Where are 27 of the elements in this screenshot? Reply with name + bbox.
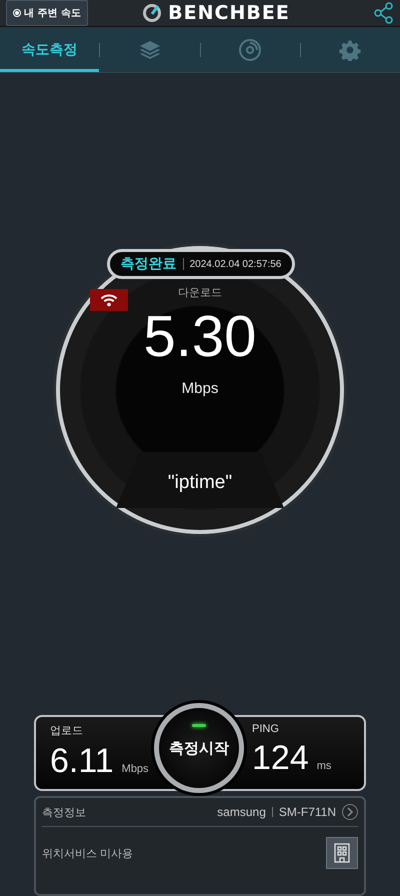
nearby-speed-button[interactable]: 내 주변 속도 <box>6 0 88 26</box>
device-maker: samsung <box>217 805 266 819</box>
upload-value: 6.11 <box>50 742 114 781</box>
upload-unit: Mbps <box>122 763 149 775</box>
download-unit: Mbps <box>182 380 218 397</box>
layers-icon <box>138 40 161 60</box>
share-icon[interactable] <box>374 2 394 24</box>
gauge-logo-icon <box>142 3 162 23</box>
wifi-icon <box>90 289 128 311</box>
ping-value: 124 <box>252 739 309 778</box>
chevron-right-icon[interactable] <box>342 804 358 820</box>
status-text: 측정완료 <box>120 255 177 273</box>
download-label: 다운로드 <box>178 285 222 300</box>
ping-label: PING <box>252 723 280 735</box>
download-value: 5.30 <box>144 308 256 366</box>
network-name: "iptime" <box>116 452 284 508</box>
timestamp: 2024.02.04 02:57:56 <box>190 258 282 270</box>
upload-label: 업로드 <box>50 724 84 738</box>
settings-icon <box>339 38 362 60</box>
logo-text: BENCHBEE <box>168 2 290 24</box>
device-model: SM-F711N <box>278 805 336 819</box>
ping-unit: ms <box>316 760 332 772</box>
disc-icon <box>238 38 262 62</box>
building-icon[interactable] <box>326 837 358 869</box>
location-status: 위치서비스 미사용 <box>42 846 134 860</box>
start-test-button[interactable]: 측정시작 <box>154 703 244 793</box>
info-label: 측정정보 <box>42 806 87 820</box>
